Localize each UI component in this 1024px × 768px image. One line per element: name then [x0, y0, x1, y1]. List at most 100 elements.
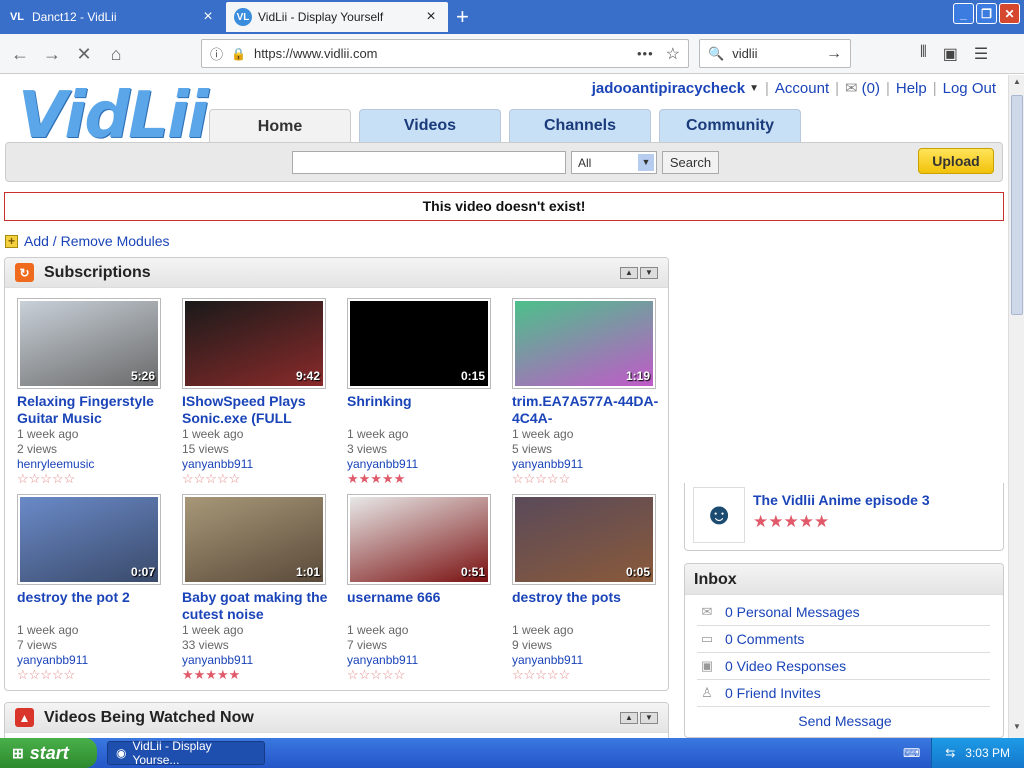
scrollbar-thumb[interactable] — [1011, 95, 1023, 315]
video-uploader[interactable]: yanyanbb911 — [17, 653, 167, 668]
video-title[interactable]: Relaxing Fingerstyle Guitar Music — [17, 393, 167, 427]
thumbnail-image[interactable]: 0:15 — [350, 301, 488, 386]
video-title[interactable]: trim.EA7A577A-44DA-4C4A- — [512, 393, 662, 427]
browser-tab-vidlii[interactable]: VL VidLii - Display Yourself × — [226, 2, 448, 32]
browser-search-query[interactable]: vidlii — [732, 46, 826, 61]
back-arrow-icon[interactable]: ← — [8, 42, 32, 66]
account-link[interactable]: Account — [775, 80, 829, 97]
inbox-item-label[interactable]: 0 Personal Messages — [725, 604, 860, 620]
network-icon[interactable]: ⇆ — [945, 746, 955, 760]
video-card[interactable]: 1:01 Baby goat making the cutest noise 1 w… — [182, 494, 332, 682]
collapse-up-icon[interactable]: ▲ — [620, 711, 638, 724]
video-thumbnail[interactable]: 5:26 — [17, 298, 161, 389]
close-window-button[interactable]: ✕ — [999, 3, 1020, 24]
video-uploader[interactable]: yanyanbb911 — [182, 457, 332, 472]
inbox-count-link[interactable]: (0) — [862, 80, 880, 97]
video-thumbnail[interactable]: 0:05 — [512, 494, 656, 585]
video-card[interactable]: 0:15 Shrinking 1 week ago 3 views yanyanbb91… — [347, 298, 497, 486]
browser-tab-danct12[interactable]: VL Danct12 - VidLii × — [0, 2, 225, 32]
inbox-item-label[interactable]: 0 Video Responses — [725, 658, 846, 674]
forward-arrow-icon[interactable]: → — [40, 42, 64, 66]
sidebar-icon[interactable]: ▣ — [943, 44, 958, 64]
anime-thumbnail[interactable]: ☻ — [693, 487, 745, 543]
tab-videos[interactable]: Videos — [359, 109, 501, 142]
video-uploader[interactable]: yanyanbb911 — [347, 653, 497, 668]
scroll-down-icon[interactable]: ▼ — [1011, 722, 1023, 736]
chevron-down-icon[interactable]: ▼ — [749, 83, 759, 94]
help-link[interactable]: Help — [896, 80, 927, 97]
scroll-up-icon[interactable]: ▲ — [1011, 77, 1023, 91]
featured-video-title[interactable]: The Vidlii Anime episode 3 — [753, 492, 930, 508]
video-title[interactable]: Baby goat making the cutest noise — [182, 589, 332, 623]
video-thumbnail[interactable]: 0:51 — [347, 494, 491, 585]
video-card[interactable]: 0:51 username 666 1 week ago 7 views yanyanb… — [347, 494, 497, 682]
video-thumbnail[interactable]: 1:01 — [182, 494, 326, 585]
upload-button[interactable]: Upload — [918, 148, 994, 174]
video-card[interactable]: 0:05 destroy the pots 1 week ago 9 views yan… — [512, 494, 662, 682]
start-button[interactable]: ⊞ start — [0, 738, 97, 768]
new-tab-button[interactable]: + — [456, 4, 476, 30]
video-title[interactable]: destroy the pot 2 — [17, 589, 167, 623]
library-icon[interactable]: ⫴ — [920, 44, 927, 64]
search-button[interactable]: Search — [662, 151, 719, 174]
stop-icon[interactable]: ✕ — [72, 42, 96, 66]
thumbnail-image[interactable]: 5:26 — [20, 301, 158, 386]
video-uploader[interactable]: henryleemusic — [17, 457, 167, 472]
inbox-comments[interactable]: ▭ 0 Comments — [697, 626, 990, 653]
menu-icon[interactable]: ☰ — [974, 44, 988, 64]
search-scope-select[interactable]: All ▼ — [571, 151, 657, 174]
bookmark-star-icon[interactable]: ☆ — [666, 44, 680, 64]
tab-home[interactable]: Home — [209, 109, 351, 143]
inbox-item-label[interactable]: 0 Friend Invites — [725, 685, 821, 701]
video-thumbnail[interactable]: 1:19 — [512, 298, 656, 389]
video-uploader[interactable]: yanyanbb911 — [347, 457, 497, 472]
inbox-video-responses[interactable]: ▣ 0 Video Responses — [697, 653, 990, 680]
video-uploader[interactable]: yanyanbb911 — [512, 653, 662, 668]
thumbnail-image[interactable]: 9:42 — [185, 301, 323, 386]
clock[interactable]: 3:03 PM — [965, 746, 1010, 760]
close-tab-icon[interactable]: × — [422, 8, 440, 26]
collapse-down-icon[interactable]: ▼ — [640, 711, 658, 724]
video-title[interactable]: Shrinking — [347, 393, 497, 427]
envelope-icon[interactable]: ✉ — [845, 79, 858, 97]
maximize-button[interactable]: ❐ — [976, 3, 997, 24]
more-actions-icon[interactable]: ••• — [637, 46, 654, 61]
keyboard-icon[interactable]: ⌨ — [903, 746, 920, 760]
thumbnail-image[interactable]: 1:19 — [515, 301, 653, 386]
inbox-personal-messages[interactable]: ✉ 0 Personal Messages — [697, 599, 990, 626]
thumbnail-image[interactable]: 0:05 — [515, 497, 653, 582]
search-go-arrow-icon[interactable]: → — [826, 45, 842, 63]
add-remove-modules[interactable]: + Add / Remove Modules — [5, 233, 170, 249]
browser-search-bar[interactable]: 🔍 vidlii → — [699, 39, 851, 68]
video-thumbnail[interactable]: 9:42 — [182, 298, 326, 389]
inbox-friend-invites[interactable]: ♙ 0 Friend Invites — [697, 680, 990, 707]
info-icon[interactable]: ⓘ — [210, 44, 223, 63]
video-card[interactable]: 1:19 trim.EA7A577A-44DA-4C4A- 1 week ago 5 … — [512, 298, 662, 486]
video-thumbnail[interactable]: 0:15 — [347, 298, 491, 389]
video-title[interactable]: IShowSpeed Plays Sonic.exe (FULL — [182, 393, 332, 427]
thumbnail-image[interactable]: 0:07 — [20, 497, 158, 582]
minimize-button[interactable]: _ — [953, 3, 974, 24]
video-card[interactable]: 5:26 Relaxing Fingerstyle Guitar Music 1 w… — [17, 298, 167, 486]
page-scrollbar[interactable]: ▲ ▼ — [1008, 75, 1024, 738]
featured-video-card[interactable]: ☻ The Vidlii Anime episode 3 ★★★★★ — [684, 483, 1004, 551]
site-search-input[interactable] — [292, 151, 566, 174]
video-thumbnail[interactable]: 0:07 — [17, 494, 161, 585]
logout-link[interactable]: Log Out — [943, 80, 996, 97]
username-link[interactable]: jadooantipiracycheck — [592, 80, 745, 97]
collapse-down-icon[interactable]: ▼ — [640, 266, 658, 279]
video-title[interactable]: username 666 — [347, 589, 497, 623]
thumbnail-image[interactable]: 0:51 — [350, 497, 488, 582]
url-bar[interactable]: ⓘ 🔒 https://www.vidlii.com ••• ☆ — [201, 39, 689, 68]
video-uploader[interactable]: yanyanbb911 — [512, 457, 662, 472]
chevron-down-icon[interactable]: ▼ — [638, 154, 654, 171]
tab-channels[interactable]: Channels — [509, 109, 651, 142]
url-text[interactable]: https://www.vidlii.com — [254, 46, 637, 61]
add-remove-modules-link[interactable]: Add / Remove Modules — [24, 233, 170, 249]
video-title[interactable]: destroy the pots — [512, 589, 662, 623]
video-card[interactable]: 9:42 IShowSpeed Plays Sonic.exe (FULL 1 we… — [182, 298, 332, 486]
collapse-up-icon[interactable]: ▲ — [620, 266, 638, 279]
send-message-link[interactable]: Send Message — [685, 713, 1005, 729]
thumbnail-image[interactable]: 1:01 — [185, 497, 323, 582]
inbox-item-label[interactable]: 0 Comments — [725, 631, 804, 647]
